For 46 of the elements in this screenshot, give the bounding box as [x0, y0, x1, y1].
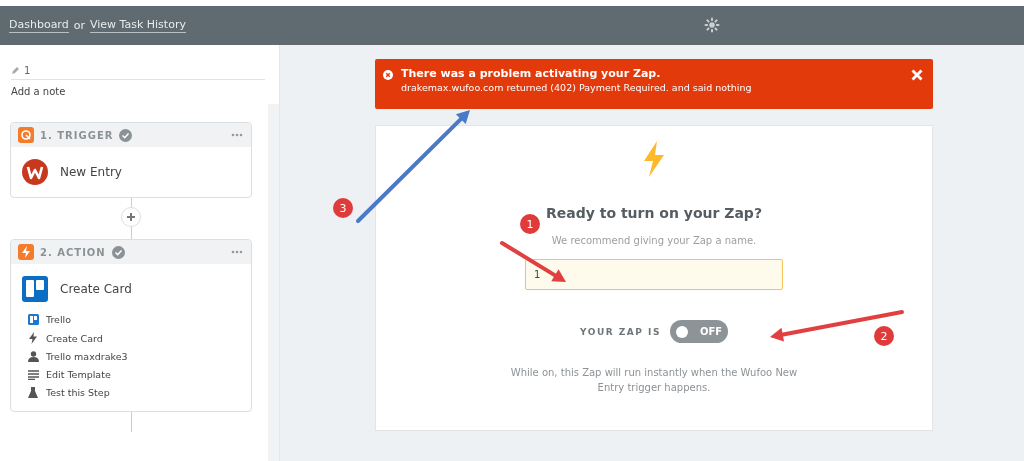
info-text: While on, this Zap will run instantly when the Wufoo New Entry trigger happens. — [509, 366, 799, 395]
add-step-button[interactable] — [121, 207, 141, 227]
bolt-icon — [29, 332, 37, 344]
task-history-link[interactable]: View Task History — [89, 18, 186, 33]
dashboard-link[interactable]: Dashboard — [9, 18, 69, 33]
step-title: 2. ACTION — [40, 246, 106, 258]
error-icon — [383, 70, 393, 80]
gear-icon — [704, 17, 720, 33]
more-icon — [231, 133, 243, 137]
more-icon — [231, 250, 243, 254]
flask-icon — [28, 387, 38, 398]
zap-name-field[interactable]: 1 — [11, 65, 265, 80]
annotation-number: 3 — [333, 198, 353, 218]
step-detail-item[interactable]: Edit Template — [27, 369, 251, 380]
add-note-link[interactable]: Add a note — [11, 86, 279, 97]
board-icon — [22, 276, 48, 302]
step-detail-item[interactable]: Test this Step — [27, 387, 251, 398]
bolt-icon — [642, 141, 666, 177]
pencil-icon — [11, 66, 20, 75]
hint-text: We recommend giving your Zap a name. — [551, 235, 757, 246]
panel-heading: Ready to turn on your Zap? — [546, 205, 762, 221]
step-detail-item[interactable]: Trello — [27, 314, 251, 325]
step-detail-item[interactable]: Trello maxdrake3 — [27, 351, 251, 362]
plus-icon — [126, 212, 136, 222]
close-icon — [911, 69, 923, 81]
more-button[interactable] — [231, 250, 243, 254]
person-icon — [27, 351, 39, 362]
close-button[interactable] — [911, 69, 923, 81]
lines-icon — [27, 369, 39, 380]
app-event-text: New Entry — [60, 165, 122, 179]
bolt-icon — [18, 244, 34, 260]
board-icon — [27, 314, 39, 325]
app-event-text: Create Card — [60, 282, 132, 296]
step-title: 1. TRIGGER — [40, 129, 114, 141]
step-card[interactable]: 2. ACTION Create Card Trello Create Card Trello maxdrake3 Edit Template Test this Step — [10, 239, 252, 412]
toggle-label: YOUR ZAP IS — [580, 326, 661, 337]
zap-name-input[interactable]: 1 — [525, 259, 783, 290]
more-button[interactable] — [231, 133, 243, 137]
separator-text: or — [73, 19, 85, 32]
trigger-icon — [18, 127, 34, 143]
step-detail-item[interactable]: Create Card — [27, 332, 251, 344]
alert-message: drakemax.wufoo.com returned (402) Payment Required. and said nothing — [401, 82, 752, 93]
scrollbar[interactable] — [268, 104, 279, 461]
alert-title: There was a problem activating your Zap. — [401, 67, 662, 80]
app-logo-icon — [22, 159, 48, 185]
step-card[interactable]: 1. TRIGGER New Entry — [10, 122, 252, 198]
